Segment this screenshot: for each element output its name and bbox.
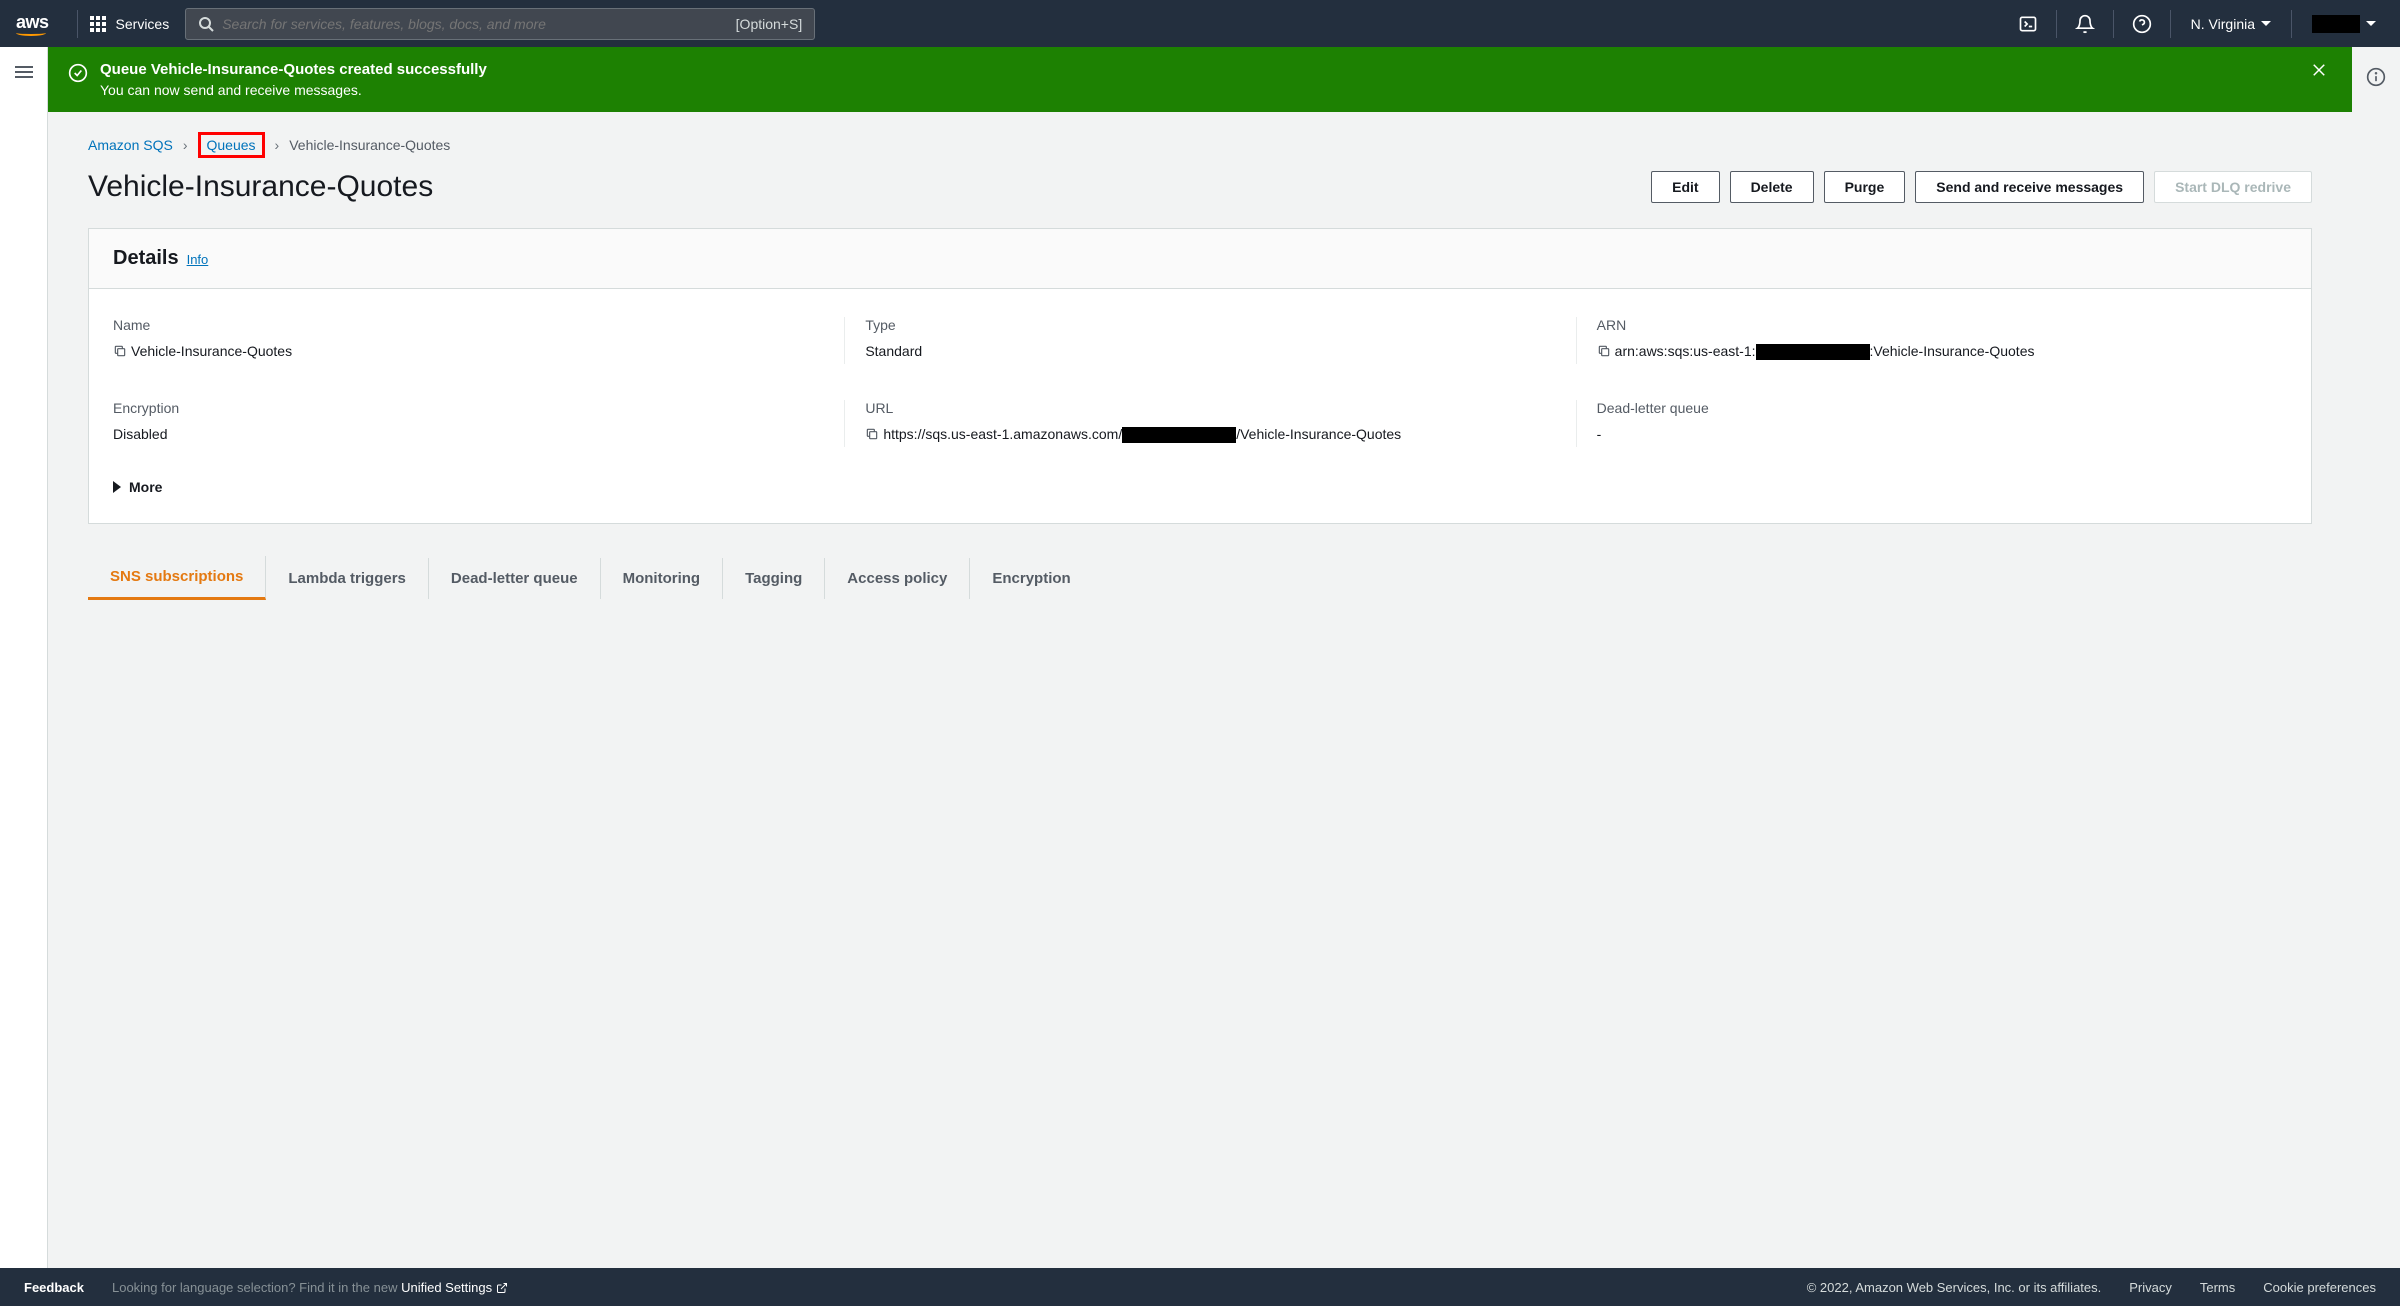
redacted bbox=[1756, 344, 1870, 360]
details-panel: Details Info Name Vehicle-Insurance-Quot… bbox=[88, 228, 2312, 524]
tab-dead-letter-queue[interactable]: Dead-letter queue bbox=[429, 558, 601, 599]
detail-name: Name Vehicle-Insurance-Quotes bbox=[113, 317, 824, 364]
tab-access-policy[interactable]: Access policy bbox=[825, 558, 970, 599]
tab-monitoring[interactable]: Monitoring bbox=[601, 558, 723, 599]
breadcrumb: Amazon SQS › Queues › Vehicle-Insurance-… bbox=[48, 112, 2352, 170]
aws-logo[interactable]: aws bbox=[16, 12, 49, 36]
copy-icon[interactable] bbox=[865, 426, 879, 447]
edit-button[interactable]: Edit bbox=[1651, 171, 1719, 203]
left-rail bbox=[0, 47, 48, 1268]
region-selector[interactable]: N. Virginia bbox=[2183, 16, 2279, 32]
terms-link[interactable]: Terms bbox=[2200, 1280, 2235, 1295]
triangle-right-icon bbox=[113, 481, 121, 493]
page-header: Vehicle-Insurance-Quotes Edit Delete Pur… bbox=[48, 170, 2352, 228]
services-label: Services bbox=[116, 16, 170, 32]
grid-icon bbox=[90, 16, 106, 32]
detail-arn: ARN arn:aws:sqs:us-east-1: :Vehicle-Insur… bbox=[1576, 317, 2287, 364]
tabs: SNS subscriptions Lambda triggers Dead-l… bbox=[88, 556, 2312, 600]
detail-encryption: Encryption Disabled bbox=[113, 400, 824, 447]
detail-value: Vehicle-Insurance-Quotes bbox=[131, 341, 292, 362]
region-label: N. Virginia bbox=[2191, 16, 2255, 32]
top-nav: aws Services [Option+S] N. Virginia bbox=[0, 0, 2400, 47]
details-header: Details Info bbox=[89, 229, 2311, 289]
sidebar-toggle[interactable] bbox=[15, 63, 33, 81]
copyright: © 2022, Amazon Web Services, Inc. or its… bbox=[1807, 1280, 2102, 1295]
search-box[interactable]: [Option+S] bbox=[185, 8, 815, 40]
notification-subtitle: You can now send and receive messages. bbox=[100, 82, 2294, 98]
delete-button[interactable]: Delete bbox=[1730, 171, 1814, 203]
divider bbox=[2113, 10, 2114, 38]
search-icon bbox=[198, 16, 214, 32]
tab-sns-subscriptions[interactable]: SNS subscriptions bbox=[88, 556, 266, 600]
divider bbox=[77, 10, 78, 38]
purge-button[interactable]: Purge bbox=[1824, 171, 1906, 203]
tab-encryption[interactable]: Encryption bbox=[970, 558, 1092, 599]
detail-label: Name bbox=[113, 317, 824, 333]
check-circle-icon bbox=[68, 63, 88, 86]
detail-value: arn:aws:sqs:us-east-1: :Vehicle-Insurance… bbox=[1615, 341, 2035, 362]
info-panel-icon[interactable] bbox=[2366, 67, 2386, 90]
breadcrumb-current: Vehicle-Insurance-Quotes bbox=[289, 137, 450, 153]
language-hint: Looking for language selection? Find it … bbox=[112, 1280, 508, 1295]
detail-type: Type Standard bbox=[844, 317, 1555, 364]
notification-close[interactable] bbox=[2306, 61, 2332, 85]
detail-label: URL bbox=[865, 400, 1555, 416]
detail-label: ARN bbox=[1597, 317, 2287, 333]
more-label: More bbox=[129, 479, 162, 495]
notification-title: Queue Vehicle-Insurance-Quotes created s… bbox=[100, 61, 2294, 78]
notifications-icon[interactable] bbox=[2069, 14, 2101, 34]
privacy-link[interactable]: Privacy bbox=[2129, 1280, 2172, 1295]
detail-value: https://sqs.us-east-1.amazonaws.com/ /Veh… bbox=[883, 424, 1401, 445]
copy-icon[interactable] bbox=[1597, 343, 1611, 364]
send-receive-button[interactable]: Send and receive messages bbox=[1915, 171, 2144, 203]
arn-suffix: :Vehicle-Insurance-Quotes bbox=[1870, 343, 2035, 359]
arn-prefix: arn:aws:sqs:us-east-1: bbox=[1615, 343, 1756, 359]
services-button[interactable]: Services bbox=[90, 16, 170, 32]
details-title: Details bbox=[113, 247, 179, 270]
caret-down-icon bbox=[2366, 21, 2376, 26]
detail-value: Standard bbox=[865, 341, 922, 362]
right-rail bbox=[2352, 47, 2400, 1268]
detail-label: Encryption bbox=[113, 400, 824, 416]
aws-logo-text: aws bbox=[16, 12, 49, 32]
breadcrumb-root[interactable]: Amazon SQS bbox=[88, 137, 173, 153]
feedback-link[interactable]: Feedback bbox=[24, 1280, 84, 1295]
more-toggle[interactable]: More bbox=[113, 479, 2287, 495]
main-content: Queue Vehicle-Insurance-Quotes created s… bbox=[48, 47, 2352, 1268]
cloudshell-icon[interactable] bbox=[2012, 14, 2044, 34]
detail-value: - bbox=[1597, 424, 1602, 445]
chevron-right-icon: › bbox=[183, 137, 188, 153]
cookies-link[interactable]: Cookie preferences bbox=[2263, 1280, 2376, 1295]
search-shortcut: [Option+S] bbox=[736, 16, 803, 32]
dlq-redrive-button: Start DLQ redrive bbox=[2154, 171, 2312, 203]
tab-lambda-triggers[interactable]: Lambda triggers bbox=[266, 558, 429, 599]
chevron-right-icon: › bbox=[275, 137, 280, 153]
footer: Feedback Looking for language selection?… bbox=[0, 1268, 2400, 1306]
url-prefix: https://sqs.us-east-1.amazonaws.com/ bbox=[883, 426, 1122, 442]
copy-icon[interactable] bbox=[113, 343, 127, 364]
divider bbox=[2170, 10, 2171, 38]
redacted bbox=[1122, 427, 1236, 443]
account-menu[interactable] bbox=[2304, 15, 2384, 33]
account-redacted bbox=[2312, 15, 2360, 33]
unified-settings-link[interactable]: Unified Settings bbox=[401, 1280, 508, 1295]
page-actions: Edit Delete Purge Send and receive messa… bbox=[1651, 171, 2312, 203]
help-icon[interactable] bbox=[2126, 14, 2158, 34]
divider bbox=[2291, 10, 2292, 38]
search-input[interactable] bbox=[222, 16, 735, 32]
page-title: Vehicle-Insurance-Quotes bbox=[88, 170, 433, 204]
url-suffix: /Vehicle-Insurance-Quotes bbox=[1236, 426, 1401, 442]
detail-label: Dead-letter queue bbox=[1597, 400, 2287, 416]
detail-label: Type bbox=[865, 317, 1555, 333]
detail-dlq: Dead-letter queue - bbox=[1576, 400, 2287, 447]
detail-url: URL https://sqs.us-east-1.amazonaws.com/… bbox=[844, 400, 1555, 447]
detail-value: Disabled bbox=[113, 424, 167, 445]
success-notification: Queue Vehicle-Insurance-Quotes created s… bbox=[48, 47, 2352, 112]
divider bbox=[2056, 10, 2057, 38]
lang-hint-text: Looking for language selection? Find it … bbox=[112, 1280, 401, 1295]
tab-tagging[interactable]: Tagging bbox=[723, 558, 825, 599]
breadcrumb-queues[interactable]: Queues bbox=[198, 132, 265, 158]
info-link[interactable]: Info bbox=[187, 252, 209, 267]
caret-down-icon bbox=[2261, 21, 2271, 26]
